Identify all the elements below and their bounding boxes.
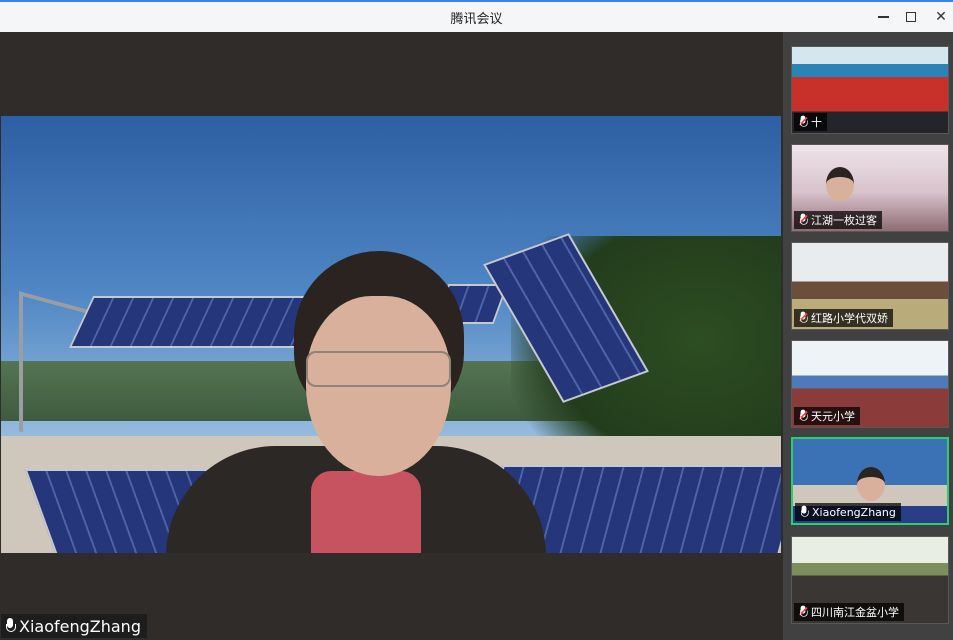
participant-name: 江湖一枚过客 (811, 214, 877, 227)
meeting-window: 腾讯会议 ✕ XiaofengZhang 十 江湖一枚过客 红路小学代双娇 天元… (0, 0, 953, 640)
participant-face (857, 467, 885, 501)
main-video[interactable] (1, 116, 781, 553)
participant-tile[interactable]: 四川南江金盆小学 (791, 536, 949, 624)
participant-name: 十 (811, 116, 822, 129)
participant-label: 天元小学 (794, 407, 860, 425)
main-stage: XiaofengZhang (1, 32, 781, 638)
minimize-button[interactable] (871, 6, 895, 28)
participant-name: 四川南江金盆小学 (811, 606, 899, 619)
title-bar: 腾讯会议 ✕ (0, 0, 953, 32)
participant-name: 红路小学代双娇 (811, 312, 888, 325)
microphone-muted-icon (799, 605, 808, 619)
microphone-muted-icon (799, 213, 808, 227)
microphone-muted-icon (799, 311, 808, 325)
participant-name: XiaofengZhang (812, 505, 896, 519)
participant-name: 天元小学 (811, 410, 855, 423)
microphone-muted-icon (799, 409, 808, 423)
maximize-button[interactable] (899, 6, 923, 28)
microphone-icon (800, 505, 809, 519)
minimize-icon (877, 16, 889, 18)
close-button[interactable]: ✕ (929, 6, 953, 28)
participant-label: 红路小学代双娇 (794, 309, 893, 327)
participant-face (826, 167, 854, 201)
maximize-icon (906, 12, 916, 22)
participant-tile[interactable]: 江湖一枚过客 (791, 144, 949, 232)
speaker-figure (166, 251, 546, 553)
participant-tile[interactable]: 天元小学 (791, 340, 949, 428)
participant-label: 十 (794, 113, 827, 131)
window-title: 腾讯会议 (450, 12, 503, 27)
close-icon: ✕ (935, 9, 947, 25)
main-participant-name: XiaofengZhang (19, 616, 141, 636)
main-video-name-tag: XiaofengZhang (1, 614, 147, 638)
participant-sidebar: 十 江湖一枚过客 红路小学代双娇 天元小学 XiaofengZhang 四川南江… (783, 32, 953, 640)
participant-label: 江湖一枚过客 (794, 211, 882, 229)
participant-tile-active[interactable]: XiaofengZhang (791, 437, 949, 525)
participant-tile[interactable]: 十 (791, 46, 949, 134)
microphone-icon (5, 618, 16, 634)
participant-label: 四川南江金盆小学 (794, 603, 904, 621)
participant-label: XiaofengZhang (795, 503, 901, 521)
speaker-glasses (306, 351, 451, 387)
microphone-muted-icon (799, 115, 808, 129)
participant-tile[interactable]: 红路小学代双娇 (791, 242, 949, 330)
speaker-shirt (311, 471, 421, 553)
